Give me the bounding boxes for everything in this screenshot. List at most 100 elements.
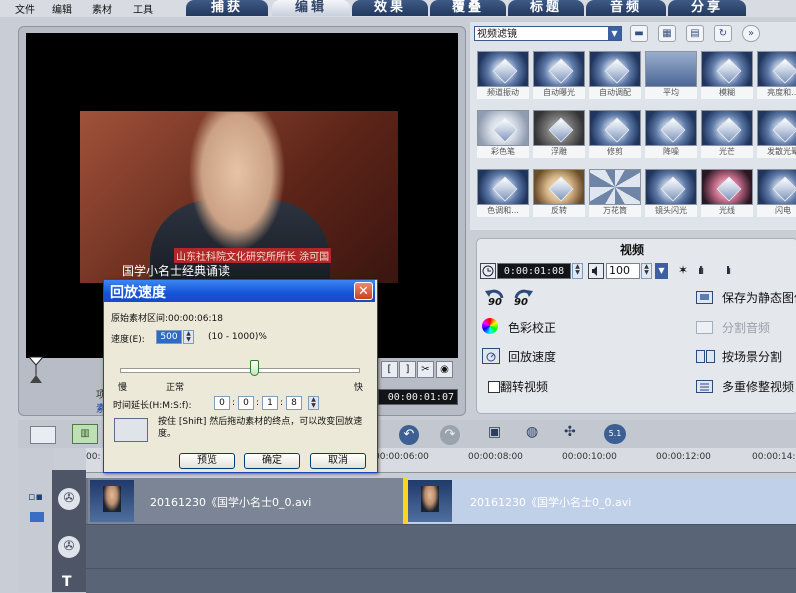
save-still-image-button[interactable]: 保存为静态图像 — [722, 289, 796, 306]
track-expand-icon[interactable] — [30, 512, 44, 522]
fade-out-icon[interactable]: llı — [726, 264, 731, 277]
filter-thumb[interactable]: 自动调配 — [589, 51, 641, 99]
duration-timecode[interactable]: 0:00:01:08 — [497, 263, 571, 279]
stretch-minutes-input[interactable]: 0 — [238, 396, 254, 410]
redo-icon[interactable]: ↷ — [440, 425, 460, 445]
options-title: 视频 — [620, 243, 645, 257]
tab-title[interactable]: 标题 — [508, 0, 584, 16]
stretch-seconds-input[interactable]: 1 — [262, 396, 278, 410]
cancel-button[interactable]: 取消 — [310, 453, 366, 469]
title-track-icon[interactable]: T — [62, 574, 72, 590]
cut-button[interactable]: ✂ — [417, 361, 434, 378]
filter-category-select[interactable]: 视频滤镜 ▼ — [474, 26, 622, 41]
filter-thumb[interactable]: 平均 — [645, 51, 697, 99]
filter-thumb[interactable]: 闪电 — [757, 169, 796, 217]
preview-button[interactable]: 预览 — [179, 453, 235, 469]
trim-marker-icon[interactable] — [28, 356, 44, 384]
color-wheel-icon — [482, 318, 498, 334]
tab-edit[interactable]: 编辑 — [272, 0, 350, 16]
overlay-track-icon[interactable]: ✇ — [58, 536, 80, 558]
filter-thumb[interactable]: 光芒 — [701, 110, 753, 158]
menu-edit[interactable]: 编辑 — [52, 1, 72, 16]
volume-dropdown-icon[interactable]: ▼ — [655, 263, 668, 279]
filter-thumb[interactable]: 模糊 — [701, 51, 753, 99]
tab-capture[interactable]: 捕获 — [186, 0, 268, 16]
stretch-spinner[interactable]: ▲ ▼ — [308, 396, 319, 410]
fade-in-icon[interactable]: ıllı — [698, 264, 704, 277]
filter-thumb[interactable]: 发散光晕 — [757, 110, 796, 158]
tab-audio[interactable]: 音频 — [586, 0, 666, 16]
ruler-tick: 00:00:06:00 — [374, 452, 429, 462]
volume-input[interactable]: 100 — [606, 263, 640, 279]
expand-icon[interactable]: » — [742, 25, 760, 42]
clip-name: 20161230《国学小名士0_0.avi — [150, 496, 312, 509]
storyboard-view-icon[interactable] — [30, 426, 56, 444]
filter-thumb[interactable]: 反转 — [533, 169, 585, 217]
speed-spinner[interactable]: ▲ ▼ — [183, 330, 194, 344]
mark-out-button[interactable]: ] — [399, 361, 416, 378]
video-person-face — [182, 112, 292, 262]
filter-thumb[interactable]: 镜头闪光 — [645, 169, 697, 217]
playback-speed-button[interactable]: 回放速度 — [508, 348, 556, 365]
folder-icon[interactable]: ▬ — [630, 25, 648, 42]
chevron-down-icon: ▼ — [608, 27, 621, 40]
speed-input[interactable]: 500 — [156, 330, 182, 344]
multi-trim-icon — [696, 380, 713, 393]
timeline-view-icon[interactable]: ▥ — [72, 424, 98, 444]
filter-thumb[interactable]: 修剪 — [589, 110, 641, 158]
audio-surround-icon[interactable]: 5.1 — [604, 424, 626, 444]
tab-effect[interactable]: 效果 — [352, 0, 428, 16]
menu-tools[interactable]: 工具 — [133, 1, 153, 16]
filter-thumb[interactable]: 降噪 — [645, 110, 697, 158]
record-capture-icon[interactable]: ▣ — [488, 424, 510, 444]
stretch-frames-input[interactable]: 8 — [286, 396, 302, 410]
tab-share[interactable]: 分享 — [668, 0, 746, 16]
mark-in-button[interactable]: [ — [381, 361, 398, 378]
reverse-video-checkbox[interactable] — [488, 381, 500, 393]
time-stretch-label: 时间延长(H:M:S:f): — [113, 401, 192, 411]
enlarge-button[interactable]: ◉ — [436, 361, 453, 378]
filter-thumb[interactable]: 光线 — [701, 169, 753, 217]
options-grid-icon[interactable]: ▤ — [686, 25, 704, 42]
overlay-track[interactable] — [86, 524, 796, 569]
stretch-hours-input[interactable]: 0 — [214, 396, 230, 410]
video-track-icon[interactable]: ✇ — [58, 488, 80, 510]
color-correction-button[interactable]: 色彩校正 — [508, 319, 556, 336]
audio-mixer-icon[interactable]: ◍ — [526, 424, 548, 444]
speed-slider-thumb[interactable] — [249, 360, 259, 376]
speed-slider-track[interactable] — [120, 368, 360, 373]
filter-thumb[interactable]: 频道振动 — [477, 51, 529, 99]
preview-timecode[interactable]: 00:00:01:07 — [378, 389, 458, 405]
filter-thumb[interactable]: 万花筒 — [589, 169, 641, 217]
filter-thumb[interactable]: 自动曝光 — [533, 51, 585, 99]
multi-trim-button[interactable]: 多重修整视频 — [722, 378, 794, 395]
ripple-edit-icon[interactable]: ▫▪ — [28, 490, 46, 504]
filter-thumb[interactable]: 色调和... — [477, 169, 529, 217]
ruler-tick: 00:00:10:00 — [562, 452, 617, 462]
ok-button[interactable]: 确定 — [244, 453, 300, 469]
clip-name: 20161230《国学小名士0_0.avi — [470, 496, 632, 509]
split-by-scene-button[interactable]: 按场景分割 — [722, 348, 782, 365]
title-track[interactable] — [86, 568, 796, 593]
track-manager-icon[interactable]: ✣ — [564, 424, 586, 444]
playback-speed-icon — [482, 348, 500, 364]
filter-thumb[interactable]: 亮度和... — [757, 51, 796, 99]
slow-label: 慢 — [118, 383, 128, 393]
close-icon[interactable]: ✕ — [354, 282, 373, 300]
menu-clip[interactable]: 素材 — [92, 1, 112, 16]
thumbnail-view-icon[interactable]: ▦ — [658, 25, 676, 42]
clip-thumbnail — [408, 480, 452, 522]
menu-file[interactable]: 文件 — [15, 1, 35, 16]
refresh-icon[interactable]: ↻ — [714, 25, 732, 42]
clock-icon — [480, 263, 496, 279]
duration-spinner[interactable]: ▲ ▼ — [572, 263, 583, 279]
tab-overlay[interactable]: 覆叠 — [430, 0, 506, 16]
split-audio-button[interactable]: 分割音频 — [722, 319, 770, 336]
undo-icon[interactable]: ↶ — [399, 425, 419, 445]
filter-thumb[interactable]: 浮雕 — [533, 110, 585, 158]
volume-spinner[interactable]: ▲ ▼ — [641, 263, 652, 279]
filter-thumb[interactable]: 彩色笔 — [477, 110, 529, 158]
mute-icon[interactable]: ✶ — [678, 263, 688, 277]
time-separator: : — [232, 398, 236, 408]
ruler-tick: 00:00:08:00 — [468, 452, 523, 462]
